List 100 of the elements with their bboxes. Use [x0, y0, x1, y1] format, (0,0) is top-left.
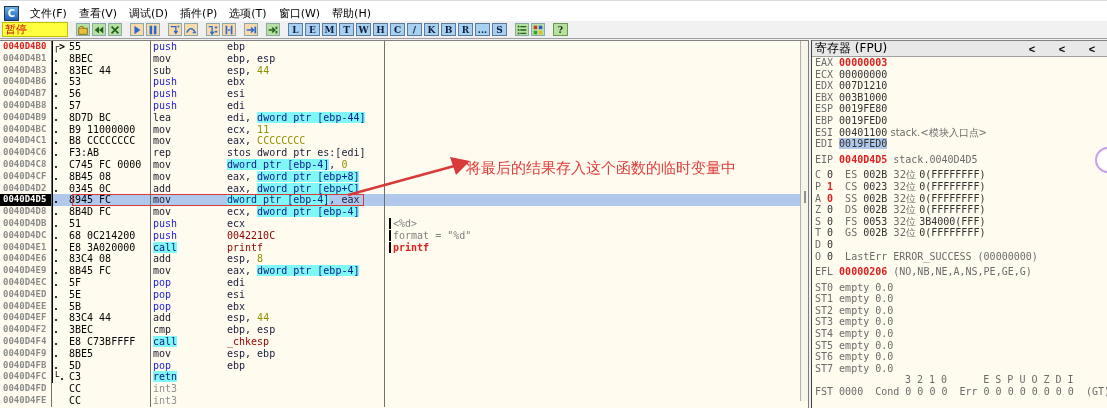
window-button[interactable]: H — [373, 23, 388, 36]
register-value[interactable]: empty 0.0 — [839, 328, 894, 340]
window-button[interactable]: M — [322, 23, 337, 36]
step-into-button[interactable] — [168, 23, 182, 36]
address-cell[interactable]: 0040D4B0 — [0, 41, 52, 53]
scroll-button[interactable]: < — [1017, 42, 1047, 55]
address-cell[interactable]: 0040D4D5 — [0, 194, 52, 207]
mnemonic: pop — [153, 288, 172, 300]
window-button[interactable]: K — [424, 23, 439, 36]
pause-button[interactable] — [146, 23, 160, 36]
register-value[interactable]: 0 — [827, 250, 834, 262]
window-button[interactable]: S — [492, 23, 507, 36]
arrow-bar-button[interactable] — [244, 23, 258, 36]
register-value[interactable]: 003B1000 — [839, 91, 888, 103]
rewind-button[interactable] — [92, 23, 106, 36]
register-value[interactable]: 0 — [827, 192, 834, 204]
address-cell[interactable]: 0040D4B8 — [0, 100, 52, 112]
register-value[interactable]: 0 — [827, 169, 834, 181]
app-icon[interactable]: C — [4, 5, 19, 21]
register-value[interactable]: empty 0.0 — [839, 293, 894, 305]
close-button[interactable] — [108, 23, 122, 36]
help-button[interactable]: ? — [553, 23, 568, 36]
register-value[interactable]: empty 0.0 — [839, 316, 894, 328]
folder-button[interactable] — [76, 23, 90, 36]
register-value[interactable]: 00401100 — [839, 126, 888, 138]
comment-text: format = "%d" — [389, 229, 472, 241]
menu-item[interactable]: 调试(D) — [124, 5, 174, 21]
window-button[interactable]: L — [288, 23, 303, 36]
address-cell[interactable]: 0040D4DC — [0, 229, 52, 242]
register-value[interactable]: empty 0.0 — [839, 304, 894, 316]
operand-text: _chkesp — [227, 335, 270, 347]
play-button[interactable] — [130, 23, 144, 36]
register-value[interactable]: 00000000 — [839, 68, 888, 80]
address-cell[interactable]: 0040D4FC — [0, 371, 52, 384]
menu-item[interactable]: 窗口(W) — [273, 5, 326, 21]
address-cell[interactable]: 0040D4C6 — [0, 147, 52, 159]
scroll-button[interactable]: < — [1077, 42, 1107, 55]
address-cell[interactable]: 0040D4EF — [0, 312, 52, 325]
register-value[interactable]: 0 — [827, 227, 834, 239]
address-cell[interactable]: 0040D4F9 — [0, 347, 52, 360]
address-cell[interactable]: 0040D4C1 — [0, 135, 52, 148]
register-value[interactable]: empty 0.0 — [839, 351, 894, 363]
address-cell[interactable]: 0040D4EE — [0, 300, 52, 313]
window-button[interactable]: R — [458, 23, 473, 36]
step-over-button[interactable] — [184, 23, 198, 36]
address-cell[interactable]: 0040D4B6 — [0, 76, 52, 89]
window-button[interactable]: E — [305, 23, 320, 36]
address-cell[interactable]: 0040D4FB — [0, 359, 52, 372]
scroll-button[interactable]: < — [1047, 42, 1077, 55]
register-value[interactable]: 0 — [827, 238, 834, 250]
address-cell[interactable]: 0040D4C8 — [0, 158, 52, 171]
address-cell[interactable]: 0040D4B9 — [0, 111, 52, 124]
menu-item[interactable]: 查看(V) — [73, 5, 123, 21]
register-value[interactable]: 0019FED0 — [839, 138, 888, 150]
window-button[interactable]: W — [356, 23, 371, 36]
menu-item[interactable]: 插件(P) — [175, 5, 223, 21]
address-cell[interactable]: 0040D4B3 — [0, 64, 52, 77]
address-cell[interactable]: 0040D4ED — [0, 288, 52, 301]
scrollbar[interactable] — [800, 41, 808, 401]
register-value[interactable]: empty 0.0 — [839, 281, 894, 293]
palette-button[interactable] — [531, 23, 545, 36]
address-cell[interactable]: 0040D4E9 — [0, 265, 52, 277]
address-cell[interactable]: 0040D4D8 — [0, 206, 52, 218]
operand-text: esp, 44 — [227, 64, 270, 76]
register-value[interactable]: 0040D4D5 — [839, 153, 888, 165]
register-value[interactable]: 0 — [827, 204, 834, 216]
window-button[interactable]: T — [339, 23, 354, 36]
register-value[interactable]: empty 0.0 — [839, 339, 894, 351]
register-value[interactable]: empty 0.0 — [839, 362, 894, 374]
window-button[interactable]: B — [441, 23, 456, 36]
menu-item[interactable]: 选项(T) — [224, 5, 272, 21]
trace-over-button[interactable] — [222, 23, 236, 36]
menu-item[interactable]: 文件(F) — [25, 5, 72, 21]
register-value[interactable]: 0019FE80 — [839, 103, 888, 115]
address-cell[interactable]: 0040D4B7 — [0, 88, 52, 100]
register-value[interactable]: 1 — [827, 180, 834, 192]
address-cell[interactable]: 0040D4FD — [0, 383, 52, 395]
window-button[interactable]: C — [390, 23, 405, 36]
address-cell[interactable]: 0040D4FE — [0, 394, 52, 407]
address-cell[interactable]: 0040D4DB — [0, 217, 52, 230]
address-cell[interactable]: 0040D4BC — [0, 123, 52, 136]
address-cell[interactable]: 0040D4F2 — [0, 324, 52, 336]
address-cell[interactable]: 0040D4CF — [0, 170, 52, 183]
window-button[interactable]: ... — [475, 23, 490, 36]
hex-cell: 56 — [67, 88, 151, 100]
register-value[interactable]: 007D1210 — [839, 80, 888, 92]
arrow-button[interactable] — [266, 23, 280, 36]
address-cell[interactable]: 0040D4F4 — [0, 335, 52, 348]
register-value[interactable]: 0019FED0 — [839, 114, 888, 126]
window-button[interactable]: / — [407, 23, 422, 36]
address-cell[interactable]: 0040D4EC — [0, 276, 52, 289]
list-button[interactable] — [515, 23, 529, 36]
menu-item[interactable]: 帮助(H) — [327, 5, 376, 21]
address-cell[interactable]: 0040D4E1 — [0, 241, 52, 254]
register-value[interactable]: 0 — [827, 215, 834, 227]
register-value[interactable]: 00000206 — [839, 266, 888, 278]
address-cell[interactable]: 0040D4E6 — [0, 253, 52, 266]
register-value[interactable]: 00000003 — [839, 57, 888, 68]
address-cell[interactable]: 0040D4B1 — [0, 52, 52, 65]
trace-into-button[interactable] — [206, 23, 220, 36]
